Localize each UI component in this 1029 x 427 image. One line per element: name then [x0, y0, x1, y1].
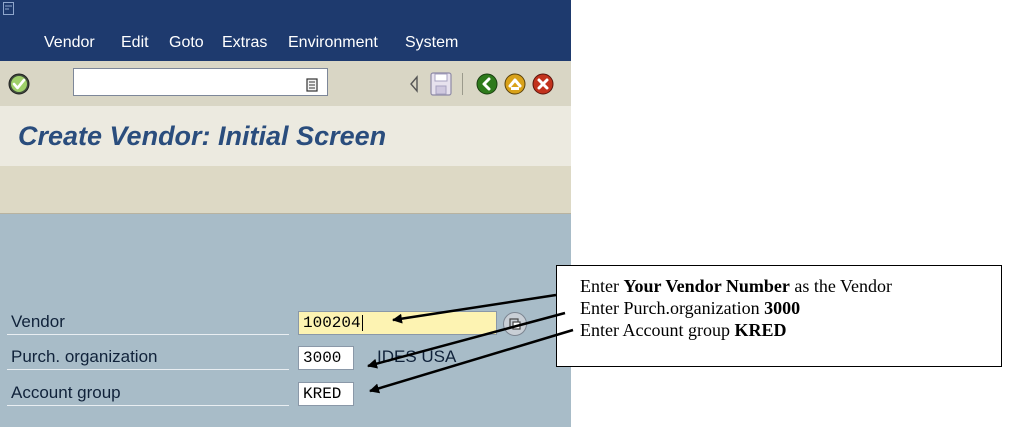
menu-bar: Vendor Edit Goto Extras Environment Syst… — [0, 0, 571, 61]
cancel-red-icon[interactable] — [531, 72, 555, 96]
exit-yellow-icon[interactable] — [503, 72, 527, 96]
text-cursor — [361, 314, 363, 331]
vendor-value: 100204 — [303, 314, 361, 332]
purch-org-input[interactable]: 3000 — [298, 346, 354, 370]
callout-line-1: Enter Your Vendor Number as the Vendor — [580, 276, 893, 296]
callout-line-3: Enter Account group KRED — [580, 320, 787, 340]
vendor-label: Vendor — [7, 311, 289, 335]
account-group-row: Account group KRED — [7, 382, 567, 408]
purch-org-value: 3000 — [303, 349, 342, 367]
screen-title-bar: Create Vendor: Initial Screen — [0, 106, 571, 166]
menu-edit[interactable]: Edit — [121, 34, 149, 52]
vendor-row: Vendor 100204 — [7, 311, 567, 337]
search-help-icon — [509, 318, 521, 330]
account-group-input[interactable]: KRED — [298, 382, 354, 406]
application-toolbar — [0, 166, 571, 214]
screen-title: Create Vendor: Initial Screen — [18, 121, 387, 151]
vendor-input[interactable]: 100204 — [298, 311, 497, 335]
instruction-callout: Enter Your Vendor Number as the Vendor E… — [556, 265, 1002, 367]
purch-org-label: Purch. organization — [7, 346, 289, 370]
search-help-button[interactable] — [503, 312, 527, 336]
callout-line-2: Enter Purch.organization 3000 — [580, 298, 801, 318]
back-green-icon[interactable] — [475, 72, 499, 96]
system-menu-icon[interactable] — [3, 2, 14, 15]
command-list-icon[interactable] — [306, 78, 318, 92]
menu-system[interactable]: System — [405, 34, 458, 52]
save-icon[interactable] — [428, 70, 454, 98]
purch-org-row: Purch. organization 3000 IDES USA — [7, 346, 567, 372]
toolbar-separator — [462, 73, 463, 95]
menu-environment[interactable]: Environment — [288, 34, 378, 52]
back-triangle-icon[interactable] — [406, 72, 422, 96]
menu-goto[interactable]: Goto — [169, 34, 204, 52]
sap-window: Vendor Edit Goto Extras Environment Syst… — [0, 0, 571, 427]
account-group-value: KRED — [303, 385, 342, 403]
menu-vendor[interactable]: Vendor — [44, 34, 95, 52]
account-group-label: Account group — [7, 382, 289, 406]
enter-check-icon[interactable] — [7, 72, 31, 96]
purch-org-description: IDES USA — [377, 347, 457, 366]
menu-extras[interactable]: Extras — [222, 34, 267, 52]
command-field[interactable] — [73, 68, 328, 96]
